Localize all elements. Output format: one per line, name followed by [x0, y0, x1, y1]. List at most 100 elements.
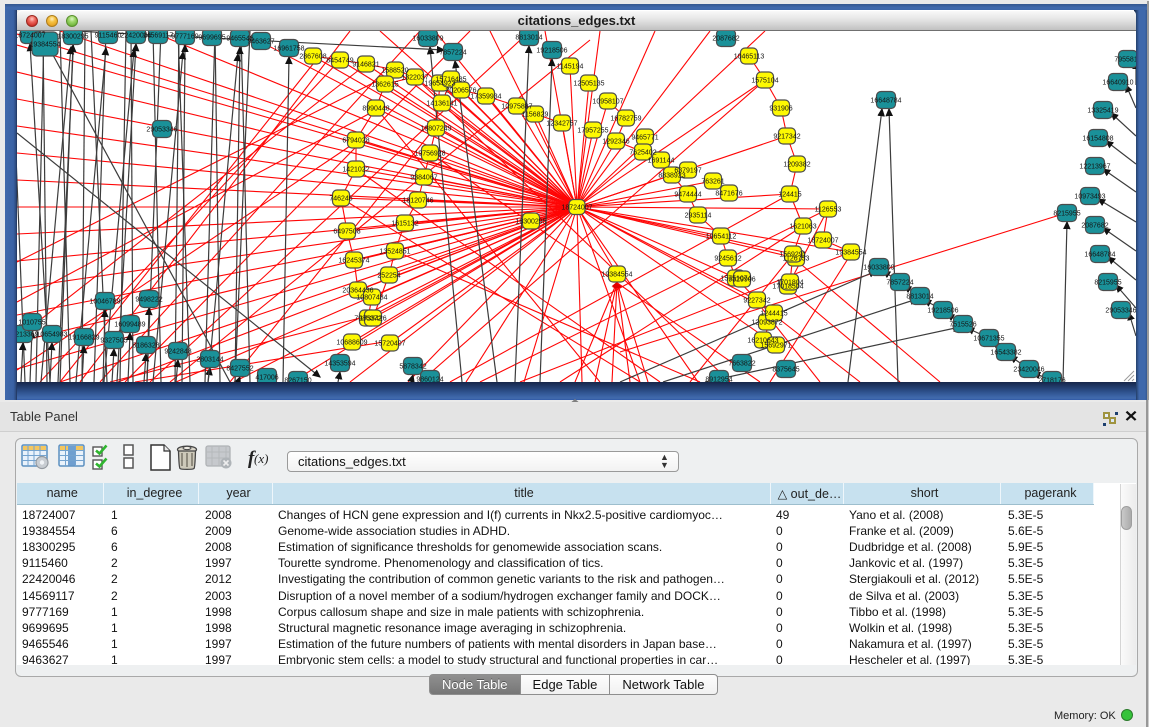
- svg-text:10807484: 10807484: [356, 295, 387, 302]
- svg-text:10654112: 10654112: [706, 234, 737, 241]
- svg-text:1701804: 1701804: [776, 280, 803, 287]
- svg-text:8215955: 8215955: [1053, 211, 1080, 218]
- svg-text:10465113: 10465113: [734, 54, 765, 61]
- svg-text:16648784: 16648784: [870, 98, 901, 105]
- svg-text:6379197: 6379197: [674, 168, 701, 175]
- svg-text:2803144: 2803144: [196, 357, 223, 364]
- svg-text:8990448: 8990448: [362, 106, 389, 113]
- svg-text:9465771: 9465771: [631, 135, 658, 142]
- svg-text:16154808: 16154808: [1082, 136, 1113, 143]
- svg-text:931906: 931906: [769, 106, 792, 113]
- svg-text:8186328: 8186328: [132, 343, 159, 350]
- svg-text:1569291: 1569291: [779, 252, 806, 259]
- svg-text:9463627: 9463627: [247, 39, 274, 46]
- svg-text:252254: 252254: [377, 273, 400, 280]
- svg-text:15692971: 15692971: [760, 343, 791, 350]
- svg-text:1733426: 1733426: [359, 316, 386, 323]
- svg-text:1362615: 1362615: [371, 82, 398, 89]
- svg-text:10958107: 10958107: [592, 99, 623, 106]
- svg-text:7663822: 7663822: [728, 361, 755, 368]
- svg-text:19384554: 19384554: [835, 250, 866, 257]
- svg-text:7857224: 7857224: [439, 50, 466, 57]
- svg-text:19384554: 19384554: [29, 42, 60, 49]
- svg-text:16782759: 16782759: [610, 116, 641, 123]
- svg-text:12505135: 12505135: [573, 81, 604, 88]
- svg-text:19218506: 19218506: [927, 308, 958, 315]
- svg-text:10671355: 10671355: [973, 336, 1004, 343]
- svg-text:1126553: 1126553: [815, 207, 842, 214]
- svg-text:16099489: 16099489: [114, 322, 145, 329]
- svg-text:19218506: 19218506: [536, 48, 567, 55]
- svg-text:9217342: 9217342: [773, 134, 800, 141]
- svg-text:10975887: 10975887: [501, 104, 532, 111]
- svg-text:18807249: 18807249: [420, 126, 451, 133]
- svg-text:9384067: 9384067: [410, 175, 437, 182]
- svg-text:19756928: 19756928: [414, 151, 445, 158]
- svg-text:16245374: 16245374: [338, 258, 369, 265]
- svg-text:20364436: 20364436: [342, 288, 373, 295]
- svg-text:9327505: 9327505: [100, 338, 127, 345]
- svg-text:19384554: 19384554: [601, 272, 632, 279]
- svg-text:14136141: 14136141: [426, 101, 457, 108]
- svg-text:1575104: 1575104: [751, 78, 778, 85]
- svg-text:9699695: 9699695: [198, 35, 225, 42]
- svg-text:18724007: 18724007: [807, 238, 838, 245]
- svg-text:746246: 746246: [329, 196, 352, 203]
- svg-text:1244415: 1244415: [760, 311, 787, 318]
- svg-text:1588520: 1588520: [381, 68, 408, 75]
- svg-text:8215955: 8215955: [1094, 280, 1121, 287]
- svg-text:16648784: 16648784: [1084, 252, 1115, 259]
- svg-text:7955812: 7955812: [1114, 57, 1136, 64]
- svg-text:8267150: 8267150: [284, 378, 311, 383]
- svg-text:16033809: 16033809: [863, 265, 894, 272]
- svg-text:124415: 124415: [778, 192, 801, 199]
- svg-text:13524851: 13524851: [379, 249, 410, 256]
- svg-text:7625402: 7625402: [629, 150, 656, 157]
- svg-text:15716485: 15716485: [435, 77, 466, 84]
- svg-text:9860124: 9860124: [416, 377, 443, 383]
- svg-text:17957255: 17957255: [577, 128, 608, 135]
- svg-text:7515526: 7515526: [949, 322, 976, 329]
- svg-text:2718176: 2718176: [1038, 378, 1065, 383]
- svg-text:1010755: 1010755: [18, 320, 45, 327]
- svg-text:6794028: 6794028: [342, 138, 369, 145]
- svg-text:(x): (x): [254, 451, 268, 466]
- svg-text:14353594: 14353594: [324, 361, 355, 368]
- svg-text:9245612: 9245612: [714, 256, 741, 263]
- svg-text:1421022: 1421022: [342, 167, 369, 174]
- svg-text:8912954: 8912954: [705, 377, 732, 383]
- svg-text:8375645: 8375645: [772, 367, 799, 374]
- svg-text:10654983: 10654983: [36, 332, 67, 339]
- svg-text:12213967: 12213967: [1079, 164, 1110, 171]
- svg-text:12342757: 12342757: [546, 121, 577, 128]
- svg-text:18724007: 18724007: [561, 205, 592, 212]
- svg-text:10688609: 10688609: [336, 340, 367, 347]
- svg-text:1156829: 1156829: [522, 112, 549, 119]
- svg-text:1621063: 1621063: [789, 224, 816, 231]
- svg-text:10973493: 10973493: [1074, 194, 1105, 201]
- svg-text:8471676: 8471676: [715, 191, 742, 198]
- svg-text:9777169: 9777169: [171, 34, 198, 41]
- svg-text:9474444: 9474444: [674, 192, 701, 199]
- svg-text:9242848: 9242848: [164, 349, 191, 356]
- svg-text:13325419: 13325419: [1087, 108, 1118, 115]
- svg-text:2867608: 2867608: [299, 54, 326, 61]
- svg-text:16640910: 16640910: [1102, 80, 1133, 87]
- svg-text:1292346: 1292346: [602, 139, 629, 146]
- svg-text:29053346: 29053346: [146, 127, 177, 134]
- svg-text:2087682: 2087682: [712, 36, 739, 43]
- svg-text:1145194: 1145194: [557, 64, 584, 71]
- svg-text:9329906: 9329906: [728, 277, 755, 284]
- svg-text:18300295: 18300295: [515, 219, 546, 226]
- svg-text:1691144: 1691144: [648, 158, 675, 165]
- svg-text:29053346: 29053346: [1105, 308, 1136, 315]
- svg-text:5878342: 5878342: [399, 364, 426, 371]
- svg-text:18300295: 18300295: [57, 34, 88, 41]
- svg-text:16543382: 16543382: [990, 350, 1021, 357]
- svg-text:7857224: 7857224: [886, 280, 913, 287]
- svg-text:9498222: 9498222: [135, 297, 162, 304]
- svg-text:417006: 417006: [255, 375, 278, 382]
- svg-text:15720407: 15720407: [374, 341, 405, 348]
- svg-text:16033809: 16033809: [412, 36, 443, 43]
- svg-text:9115460: 9115460: [95, 33, 122, 40]
